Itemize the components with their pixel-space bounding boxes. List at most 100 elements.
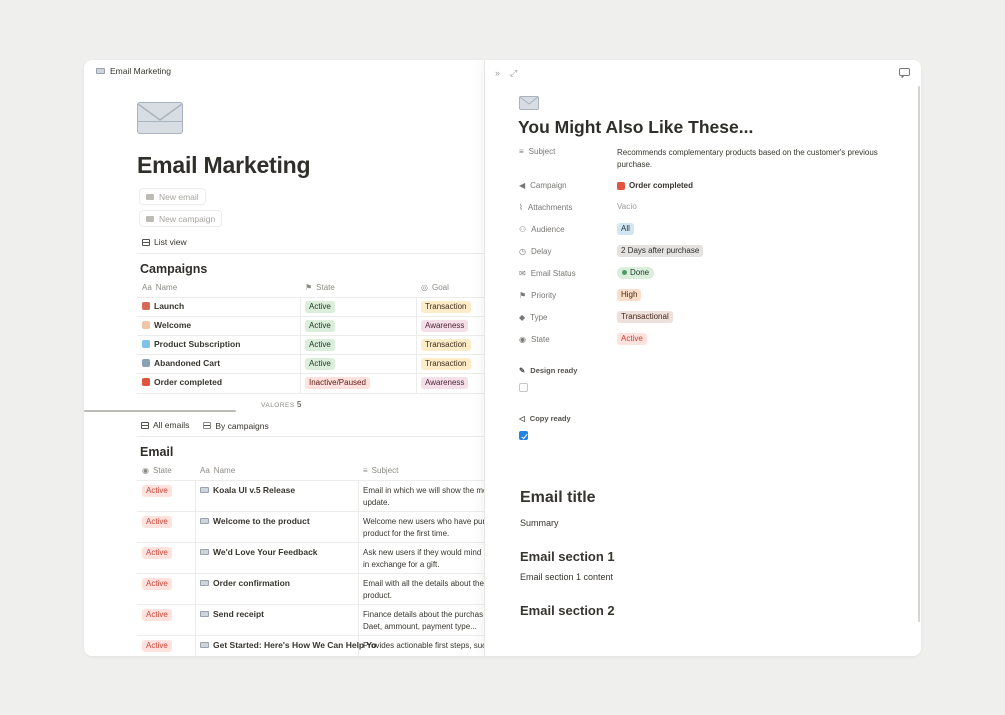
delay-badge: 2 Days after purchase [617, 245, 704, 257]
email-subject-line: Finance details about the purchas [363, 610, 484, 619]
divider [137, 436, 484, 437]
delay-value[interactable]: 2 Days after purchase [617, 245, 704, 257]
table-row[interactable]: Order confirmation [200, 578, 290, 588]
column-header-subject[interactable]: ≡ Subject [363, 466, 398, 475]
column-header-name[interactable]: Aa Name [142, 283, 177, 292]
attachments-value[interactable]: Vacío [617, 202, 637, 211]
expand-icon[interactable]: ⤢ [510, 68, 517, 79]
megaphone-icon: ◀ [519, 181, 526, 190]
table-row[interactable]: Get Started: Here's How We Can Help Yo [200, 640, 377, 650]
tab-all-emails[interactable]: All emails [137, 418, 194, 437]
section-1-heading: Email section 1 [520, 549, 615, 564]
property-subject[interactable]: ≡ Subject [519, 147, 555, 156]
property-audience[interactable]: ⚇ Audience [519, 225, 565, 234]
property-campaign[interactable]: ◀ Campaign [519, 181, 567, 190]
tab-by-campaigns[interactable]: By campaigns [199, 418, 272, 437]
lines-icon: ≡ [519, 147, 524, 156]
envelope-icon[interactable] [519, 96, 539, 110]
property-attachments[interactable]: ⌇ Attachments [519, 203, 572, 212]
property-email-status[interactable]: ✉ Email Status [519, 269, 576, 278]
copy-ready-label: ◁ Copy ready [519, 414, 571, 423]
subject-value[interactable]: Recommends complementary products based … [617, 147, 897, 171]
campaign-name: Product Subscription [154, 339, 241, 349]
column-header-subject-label: Subject [371, 466, 399, 475]
email-status-value[interactable]: Done [617, 267, 655, 279]
breadcrumb-title: Email Marketing [110, 66, 171, 76]
target-icon: ◎ [421, 283, 428, 292]
party-popper-icon [617, 181, 625, 190]
table-row[interactable]: Order completed [142, 377, 222, 387]
divider [137, 511, 484, 512]
close-peek-icon[interactable]: » [495, 68, 500, 78]
page-title: Email Marketing [137, 152, 311, 178]
status-dot [622, 270, 627, 276]
database-page: Email Marketing Email Marketing New emai… [84, 60, 484, 656]
campaign-value[interactable]: Order completed [617, 181, 693, 190]
party-popper-icon [142, 378, 150, 386]
copy-ready-checkbox[interactable] [519, 431, 528, 440]
property-state[interactable]: ◉ State [519, 335, 550, 344]
design-ready-text: Design ready [530, 366, 578, 375]
cart-icon [142, 359, 150, 367]
table-row[interactable]: Koala UI v.5 Release [200, 485, 295, 495]
column-header-goal[interactable]: ◎ Goal [421, 283, 449, 292]
horizontal-scrollbar[interactable] [84, 410, 236, 412]
divider [137, 373, 484, 374]
divider [137, 542, 484, 543]
status-text: Done [630, 268, 650, 277]
count-summary: VALORES 5 [261, 400, 302, 409]
email-name: Order confirmation [213, 578, 290, 588]
table-row[interactable]: Product Subscription [142, 339, 240, 349]
campaign-name: Order completed [154, 377, 223, 387]
email-title-heading: Email title [520, 489, 596, 506]
audience-value[interactable]: All [617, 223, 634, 235]
table-row[interactable]: Welcome to the product [200, 516, 310, 526]
goal-badge: Awareness [421, 377, 469, 389]
envelope-icon[interactable] [137, 102, 183, 134]
column-header-state[interactable]: ⚑ State [305, 283, 335, 292]
property-label: Subject [528, 147, 556, 156]
property-priority[interactable]: ⚑ Priority [519, 291, 556, 300]
audience-badge: All [617, 223, 634, 235]
table-row[interactable]: Send receipt [200, 609, 264, 619]
envelope-icon [146, 193, 154, 200]
subject-line: purchase. [617, 160, 653, 169]
status-badge: Active [142, 485, 172, 497]
peek-panel: » ⤢ You Might Also Like These... ≡ Subjec… [484, 60, 921, 656]
column-header-state-label: State [152, 466, 172, 475]
column-header-name[interactable]: Aa Name [200, 466, 235, 475]
state-value[interactable]: Active [617, 333, 647, 345]
table-row[interactable]: We'd Love Your Feedback [200, 547, 318, 557]
count-value: 5 [297, 400, 302, 409]
table-icon [203, 422, 212, 429]
breadcrumb[interactable]: Email Marketing [96, 66, 171, 76]
type-badge: Transactional [617, 311, 673, 323]
copy-ready-text: Copy ready [529, 414, 571, 423]
tab-list-view[interactable]: List view [142, 237, 187, 247]
status-badge: Active [305, 301, 335, 313]
email-subject-line: product for the first time. [363, 529, 450, 538]
design-ready-checkbox[interactable] [519, 383, 528, 392]
email-subject-line: update. [363, 498, 390, 507]
status-badge: Active [142, 516, 172, 528]
new-email-button[interactable]: New email [139, 188, 206, 205]
property-delay[interactable]: ◷ Delay [519, 247, 551, 256]
type-value[interactable]: Transactional [617, 311, 673, 323]
table-row[interactable]: Abandoned Cart [142, 358, 220, 368]
comment-icon[interactable] [899, 68, 910, 80]
status-badge: Active [305, 339, 335, 351]
new-campaign-button[interactable]: New campaign [139, 210, 223, 227]
divider [137, 635, 484, 636]
envelope-icon [200, 580, 209, 586]
table-row[interactable]: Launch [142, 301, 184, 311]
column-header-state[interactable]: ◉ State [142, 466, 172, 475]
column-header-state-label: State [316, 283, 335, 292]
column-header-name-label: Name [213, 466, 236, 475]
priority-value[interactable]: High [617, 289, 642, 301]
vertical-scrollbar[interactable] [918, 86, 920, 622]
property-type[interactable]: ◆ Type [519, 313, 548, 322]
property-label: Type [530, 313, 548, 322]
status-badge: Active [142, 547, 172, 559]
megaphone-icon: ◁ [519, 414, 525, 423]
table-row[interactable]: Welcome [142, 320, 191, 330]
